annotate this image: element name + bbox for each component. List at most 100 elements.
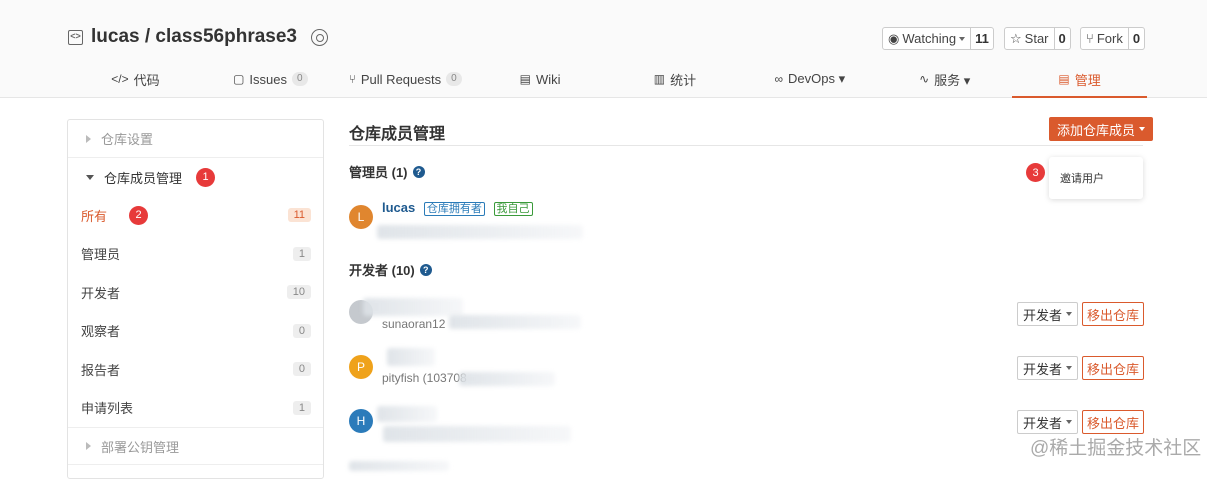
remove-member-button[interactable]: 移出仓库: [1082, 302, 1145, 326]
watch-count[interactable]: 11: [971, 28, 993, 49]
item-label: 开发者: [81, 285, 121, 301]
member-name: lucas 仓库拥有者 我自己: [382, 200, 533, 216]
item-label: 申请列表: [81, 401, 134, 417]
sidebar-item-applications[interactable]: 申请列表 1: [68, 389, 323, 428]
help-icon[interactable]: ?: [419, 263, 432, 276]
help-icon[interactable]: ?: [412, 165, 425, 178]
sidebar-item-reporters[interactable]: 报告者 0: [68, 350, 323, 389]
role-select[interactable]: 开发者: [1017, 410, 1079, 434]
code-repo-icon: <>: [68, 29, 83, 45]
tab-label: 代码: [133, 72, 160, 88]
redacted-name: [387, 348, 435, 366]
invite-user-menu-item[interactable]: 邀请用户: [1060, 170, 1104, 186]
watch-button[interactable]: ◉ Watching 11: [882, 27, 994, 50]
avatar[interactable]: H: [349, 409, 373, 433]
section-label: 仓库设置: [101, 132, 154, 147]
star-label: Star: [1024, 31, 1049, 46]
star-button[interactable]: ☆ Star 0: [1004, 27, 1071, 50]
caret-right-icon: [86, 442, 91, 450]
chevron-down-icon: [1066, 366, 1073, 370]
tab-label: 统计: [670, 72, 697, 88]
item-label: 管理员: [81, 247, 121, 263]
item-count: 0: [292, 362, 311, 377]
add-member-label: 添加仓库成员: [1057, 122, 1136, 138]
add-member-button[interactable]: 添加仓库成员: [1049, 117, 1154, 141]
member-username: pityfish (103708: [382, 371, 467, 385]
fork-count[interactable]: 0: [1129, 28, 1144, 49]
sidebar-section-deploy-keys[interactable]: 部署公钥管理: [68, 427, 323, 465]
chevron-down-icon: [1066, 420, 1073, 424]
redacted-next-member: [349, 461, 449, 471]
add-member-dropdown: 邀请用户: [1049, 157, 1143, 199]
issues-count-badge: 0: [291, 72, 308, 86]
tab-manage[interactable]: ▤ 管理: [1012, 62, 1147, 98]
eye-icon: ◉: [888, 30, 900, 46]
tab-label: Wiki: [535, 71, 561, 87]
role-select[interactable]: 开发者: [1017, 356, 1079, 380]
tab-services[interactable]: ∿ 服务 ▾: [877, 62, 1012, 98]
sidebar-item-observers[interactable]: 观察者 0: [68, 312, 323, 351]
star-count[interactable]: 0: [1055, 28, 1070, 49]
fork-button[interactable]: ⑂ Fork 0: [1080, 27, 1146, 50]
sidebar-item-all[interactable]: 所有 2 11: [68, 196, 323, 235]
sidebar-item-admins[interactable]: 管理员 1: [68, 235, 323, 274]
item-count: 1: [292, 400, 311, 415]
section-label: 仓库成员管理: [104, 170, 183, 186]
redacted-name: [377, 406, 437, 422]
tab-wiki[interactable]: ▤ Wiki: [473, 62, 608, 98]
sidebar-item-developers[interactable]: 开发者 10: [68, 273, 323, 312]
self-badge: 我自己: [493, 202, 533, 216]
divider: [349, 145, 1143, 146]
tab-issues[interactable]: ▢ Issues 0: [203, 62, 338, 98]
tab-code[interactable]: </> 代码: [68, 62, 203, 98]
section-label: 部署公钥管理: [101, 439, 180, 455]
tab-label: DevOps ▾: [788, 71, 846, 86]
settings-gear-icon[interactable]: [310, 28, 328, 46]
repo-tabs: </> 代码 ▢ Issues 0 ⑂ Pull Requests 0 ▤ Wiki ▥ 统计…: [68, 62, 1147, 98]
pr-count-badge: 0: [446, 72, 462, 86]
item-count: 10: [286, 285, 311, 300]
role-label: 开发者: [1023, 361, 1063, 377]
manage-icon: ▤: [1058, 72, 1070, 86]
chart-icon: ▥: [653, 72, 666, 86]
infinity-icon: ∞: [774, 72, 784, 86]
member-username: sunaoran12: [382, 317, 446, 331]
tab-label: Pull Requests: [360, 71, 442, 87]
item-count: 0: [292, 323, 311, 338]
repo-title[interactable]: <> lucas / class56phrase3: [68, 26, 328, 48]
chevron-down-icon: [1139, 127, 1146, 131]
remove-member-button[interactable]: 移出仓库: [1082, 410, 1145, 434]
role-select[interactable]: 开发者: [1017, 302, 1079, 326]
sidebar-section-members[interactable]: 仓库成员管理 1: [68, 158, 323, 196]
issues-icon: ▢: [233, 72, 245, 86]
fork-label: Fork: [1096, 31, 1123, 46]
tab-stats[interactable]: ▥ 统计: [608, 62, 743, 98]
sidebar-section-repo-settings[interactable]: 仓库设置: [68, 120, 323, 158]
caret-right-icon: [86, 134, 91, 143]
pulse-icon: ∿: [919, 72, 930, 86]
fork-icon: ⑂: [1086, 31, 1094, 46]
annotation-marker-1: 1: [196, 167, 216, 187]
owner-badge: 仓库拥有者: [423, 202, 485, 216]
repo-name[interactable]: lucas / class56phrase3: [91, 26, 297, 48]
tab-pull-requests[interactable]: ⑂ Pull Requests 0: [338, 62, 473, 98]
chevron-down-icon: [1066, 312, 1073, 316]
code-icon: </>: [111, 72, 129, 86]
pull-request-icon: ⑂: [348, 72, 356, 86]
role-label: 开发者: [1023, 415, 1063, 431]
avatar[interactable]: L: [349, 205, 373, 229]
tab-devops[interactable]: ∞ DevOps ▾: [742, 62, 877, 98]
developers-title: 开发者 (10): [349, 263, 415, 278]
remove-member-button[interactable]: 移出仓库: [1082, 356, 1145, 380]
star-icon: ☆: [1010, 30, 1022, 46]
role-label: 开发者: [1023, 307, 1063, 323]
annotation-marker-3: 3: [1026, 163, 1045, 182]
avatar[interactable]: P: [349, 355, 373, 379]
annotation-marker-2: 2: [129, 205, 149, 225]
item-count: 1: [292, 246, 311, 261]
admins-heading: 管理员 (1) ?: [349, 162, 425, 181]
page-title: 仓库成员管理: [349, 126, 446, 143]
item-label: 所有: [81, 208, 108, 224]
member-name-link[interactable]: lucas: [382, 200, 415, 215]
item-label: 报告者: [81, 362, 121, 378]
